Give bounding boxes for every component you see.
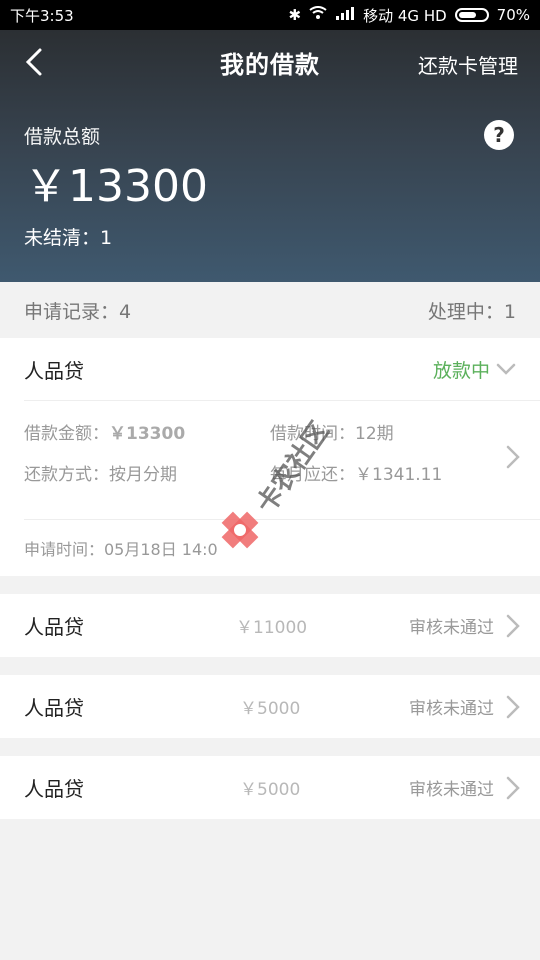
chevron-left-icon xyxy=(25,48,42,76)
monthly-payment-label: 每月应还： xyxy=(270,465,355,485)
loan-status: 放款中 xyxy=(433,356,516,383)
loan-amount: ￥5000 xyxy=(240,699,301,719)
loan-details[interactable]: 借款金额：￥13300 借款时间：12期 还款方式：按月分期 每月应还：￥134… xyxy=(0,401,540,519)
loan-card[interactable]: 人品贷 ￥5000 审核未通过 xyxy=(0,756,540,819)
loan-card-active[interactable]: 人品贷 放款中 借款金额：￥13300 借款时间：12期 还款方式：按月分期 每… xyxy=(0,338,540,576)
loan-status-text: 放款中 xyxy=(432,359,490,382)
status-bar: 下午3:53 ✱ 移动 4G HD 70% xyxy=(0,0,540,30)
bluetooth-icon: ✱ xyxy=(288,6,302,24)
loan-amount: ￥5000 xyxy=(240,780,301,800)
battery-icon xyxy=(454,8,489,22)
loan-amount-label: 借款金额： xyxy=(24,424,109,444)
status-time: 下午3:53 xyxy=(10,6,74,25)
loan-name: 人品贷 xyxy=(24,696,84,720)
loan-summary-panel: 借款总额 ? ￥13300 未结清：1 xyxy=(0,94,540,250)
spacer xyxy=(0,657,540,675)
total-amount: ￥13300 xyxy=(24,161,208,212)
spacer xyxy=(0,576,540,594)
back-button[interactable] xyxy=(18,44,50,80)
carrier-text: 移动 4G HD xyxy=(363,6,447,25)
loan-amount-value: ￥13300 xyxy=(109,424,186,444)
loan-term: 借款时间：12期 xyxy=(270,419,516,444)
detail-row: 还款方式：按月分期 每月应还：￥1341.11 xyxy=(24,460,516,485)
records-summary: 申请记录：4 处理中：1 xyxy=(0,282,540,338)
spacer xyxy=(0,738,540,756)
nav-bar: 我的借款 还款卡管理 xyxy=(0,30,540,94)
hero: 我的借款 还款卡管理 借款总额 ? ￥13300 未结清：1 xyxy=(0,30,540,282)
processing-count: 处理中：1 xyxy=(427,300,516,323)
loan-status: 审核未通过 xyxy=(409,780,494,800)
loan-card-header[interactable]: 人品贷 放款中 xyxy=(0,338,540,400)
monthly-payment-value: ￥1341.11 xyxy=(355,465,443,485)
loan-status: 审核未通过 xyxy=(409,699,494,719)
loan-card[interactable]: 人品贷 ￥5000 审核未通过 xyxy=(0,675,540,738)
loan-amount: ￥11000 xyxy=(236,618,308,638)
page-title: 我的借款 xyxy=(220,50,320,79)
loan-name: 人品贷 xyxy=(24,777,84,801)
loan-amount: 借款金额：￥13300 xyxy=(24,419,270,444)
repayment-method-value: 按月分期 xyxy=(109,465,177,485)
total-amount-label: 借款总额 xyxy=(24,126,101,148)
chevron-right-icon[interactable] xyxy=(506,614,520,638)
loan-term-value: 12期 xyxy=(355,424,394,444)
apply-records-count: 申请记录：4 xyxy=(24,300,132,323)
chevron-right-icon[interactable] xyxy=(506,695,520,719)
loan-status: 审核未通过 xyxy=(409,618,494,638)
wifi-icon xyxy=(309,6,327,24)
unsettled-count: 未结清：1 xyxy=(24,227,113,249)
loan-card[interactable]: 人品贷 ￥11000 审核未通过 xyxy=(0,594,540,657)
detail-row: 借款金额：￥13300 借款时间：12期 xyxy=(24,419,516,444)
repayment-method: 还款方式：按月分期 xyxy=(24,460,270,485)
status-right: ✱ 移动 4G HD 70% xyxy=(289,5,530,26)
loan-term-label: 借款时间： xyxy=(270,424,355,444)
battery-percent: 70% xyxy=(496,6,530,24)
chevron-right-icon[interactable] xyxy=(506,776,520,800)
repayment-card-manage-button[interactable]: 还款卡管理 xyxy=(418,50,518,79)
monthly-payment: 每月应还：￥1341.11 xyxy=(270,460,516,485)
help-icon[interactable]: ? xyxy=(484,120,514,150)
signal-icon xyxy=(335,6,355,24)
loan-name: 人品贷 xyxy=(24,358,84,383)
loan-name: 人品贷 xyxy=(24,615,84,639)
repayment-method-label: 还款方式： xyxy=(24,465,109,485)
chevron-down-icon[interactable] xyxy=(496,363,516,375)
apply-time: 申请时间：05月18日 14:0 xyxy=(24,540,218,559)
chevron-right-icon[interactable] xyxy=(506,445,520,469)
